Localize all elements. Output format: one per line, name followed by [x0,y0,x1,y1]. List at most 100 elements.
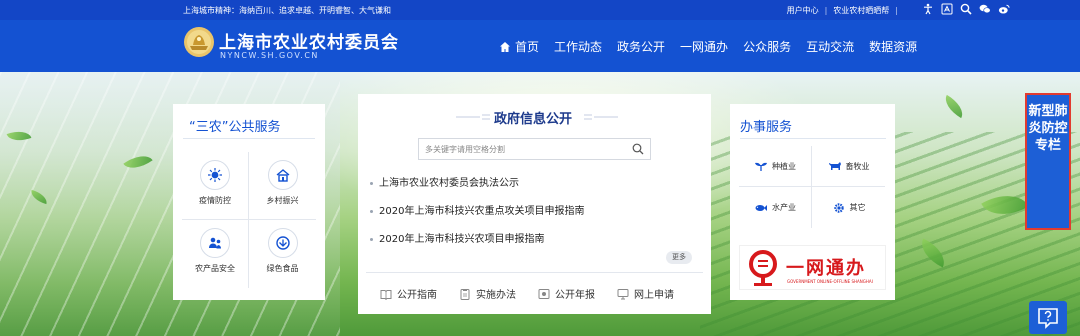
service-label: 绿色食品 [266,264,299,273]
nav-label: 数据资源 [869,40,918,54]
news-item[interactable]: 2020年上海市科技兴农重点攻关项目申报指南 [370,204,700,232]
nav-label: 首页 [515,40,540,54]
covid-column-label: 新型肺炎防控专栏 [1028,104,1068,153]
title-divider [183,138,315,139]
news-title: 2020年上海市科技兴农项目申报指南 [379,234,545,245]
one-network-logo [749,250,777,286]
cow-icon [828,162,841,170]
site-title[interactable]: 上海市农业农村委员会 [219,28,399,53]
elderly-mode-icon[interactable] [941,3,953,15]
icon-circle [200,160,230,190]
quick-link-label: 公开年报 [555,290,595,301]
service-label: 乡村振兴 [266,196,299,205]
main-header: 上海市农业农村委员会 NYNCW.SH.GOV.CN 首页 工作动态 政务公开 … [0,20,1080,72]
one-network-text: 一网通办 [786,258,866,279]
service-other[interactable]: 其它 [812,187,885,228]
title-ornament-right [584,114,618,120]
news-title: 2020年上海市科技兴农重点攻关项目申报指南 [379,206,585,217]
leaf-decoration [940,94,968,119]
service-label: 种植业 [772,161,796,171]
nav-label: 公众服务 [743,40,792,54]
covid-prevention-column-button[interactable]: 新型肺炎防控专栏 [1025,93,1071,230]
help-button[interactable] [1029,301,1067,334]
nav-gov-affairs[interactable]: 政务公开 [617,38,665,55]
service-livestock[interactable]: 畜牧业 [812,146,885,187]
people-safety-icon [209,237,221,249]
nav-label: 工作动态 [554,40,603,54]
bullet-dot [370,181,373,185]
title-ornament-left [456,114,490,120]
weibo-icon[interactable] [998,3,1010,15]
one-network-subtext: GOVERNMENT ONLINE-OFFLINE SHANGHAI [787,279,873,284]
service-planting[interactable]: 种植业 [739,146,812,187]
top-link-separator: | [895,6,898,15]
green-food-badge-icon [275,236,290,250]
accessibility-icon[interactable] [922,3,934,15]
service-epidemic-control[interactable]: 疫情防控 [182,152,249,220]
news-item[interactable]: 上海市农业农村委员会执法公示 [370,176,700,204]
home-icon [500,41,510,52]
disclosure-search-box [418,138,651,160]
sprout-icon [755,162,767,171]
disclosure-quick-links: 公开指南 实施办法 公开年报 网上申请 [380,286,696,301]
disclosure-search-input[interactable] [419,139,624,159]
wechat-icon[interactable] [979,3,991,15]
nav-label: 互动交流 [806,40,855,54]
bullet-dot [370,237,373,241]
city-slogan: 上海城市精神：海纳百川、追求卓越、开明睿智、大气谦和 [183,6,391,15]
quick-link-annual-report[interactable]: 公开年报 [538,286,595,301]
report-icon [538,288,550,299]
search-icon[interactable] [632,143,644,155]
service-product-safety[interactable]: 农产品安全 [182,220,249,288]
quick-links-divider [366,272,703,273]
top-links: 用户中心 | 农业农村晒晒帮 | [787,5,904,16]
quick-link-label: 实施办法 [476,290,516,301]
more-button[interactable]: 更多 [666,251,692,264]
monitor-icon [617,288,629,299]
nav-work-news[interactable]: 工作动态 [554,38,602,55]
village-house-icon [276,169,289,182]
service-rural-revitalization[interactable]: 乡村振兴 [249,152,316,220]
nav-one-network[interactable]: 一网通办 [680,38,728,55]
top-link-separator: | [824,6,828,15]
service-aquaculture[interactable]: 水产业 [739,187,812,228]
bullet-dot [370,209,373,213]
book-icon [380,289,392,300]
gear-icon [833,202,844,213]
government-emblem-logo[interactable] [183,26,215,58]
service-label: 农产品安全 [195,264,235,273]
site-domain: NYNCW.SH.GOV.CN [220,51,319,60]
icon-circle [267,160,298,190]
quick-link-guide[interactable]: 公开指南 [380,286,437,301]
top-strip: 上海城市精神：海纳百川、追求卓越、开明睿智、大气谦和 用户中心 | 农业农村晒晒帮 | [0,0,1080,20]
nav-public-service[interactable]: 公众服务 [743,38,791,55]
news-list: 上海市农业农村委员会执法公示 2020年上海市科技兴农重点攻关项目申报指南 20… [370,176,700,260]
news-item[interactable]: 2020年上海市科技兴农项目申报指南 [370,232,700,260]
question-chat-icon [1038,308,1058,329]
nav-interaction[interactable]: 互动交流 [806,38,854,55]
panel-title: 办事服务 [740,120,793,135]
service-label: 疫情防控 [199,196,231,205]
top-icon-group [922,3,1010,15]
service-green-food[interactable]: 绿色食品 [249,220,316,288]
nav-label: 政务公开 [617,40,666,54]
user-center-link[interactable]: 用户中心 [787,5,819,16]
title-divider [740,138,886,139]
quick-link-online-apply[interactable]: 网上申请 [617,286,674,301]
sanong-service-grid: 疫情防控 乡村振兴 农产品安全 绿色食品 [182,152,316,288]
sharing-link[interactable]: 农业农村晒晒帮 [833,5,889,16]
quick-link-label: 网上申请 [634,290,674,301]
panel-title: “三农”公共服务 [189,120,281,135]
icon-circle [267,228,298,258]
icon-circle [200,228,230,258]
gov-info-disclosure-panel: 政府信息公开 上海市农业农村委员会执法公示 2020年上海市科技兴农重点攻关项目… [358,94,711,314]
nav-data[interactable]: 数据资源 [869,38,917,55]
one-network-service-banner[interactable]: 一网通办 GOVERNMENT ONLINE-OFFLINE SHANGHAI [739,245,886,290]
clipboard-icon [460,288,470,300]
quick-link-measures[interactable]: 实施办法 [459,286,516,301]
nav-home[interactable]: 首页 [499,38,539,55]
main-nav: 首页 工作动态 政务公开 一网通办 公众服务 互动交流 数据资源 [499,38,932,55]
fish-icon [755,204,767,211]
nav-label: 一网通办 [680,40,729,54]
search-icon[interactable] [960,3,972,15]
